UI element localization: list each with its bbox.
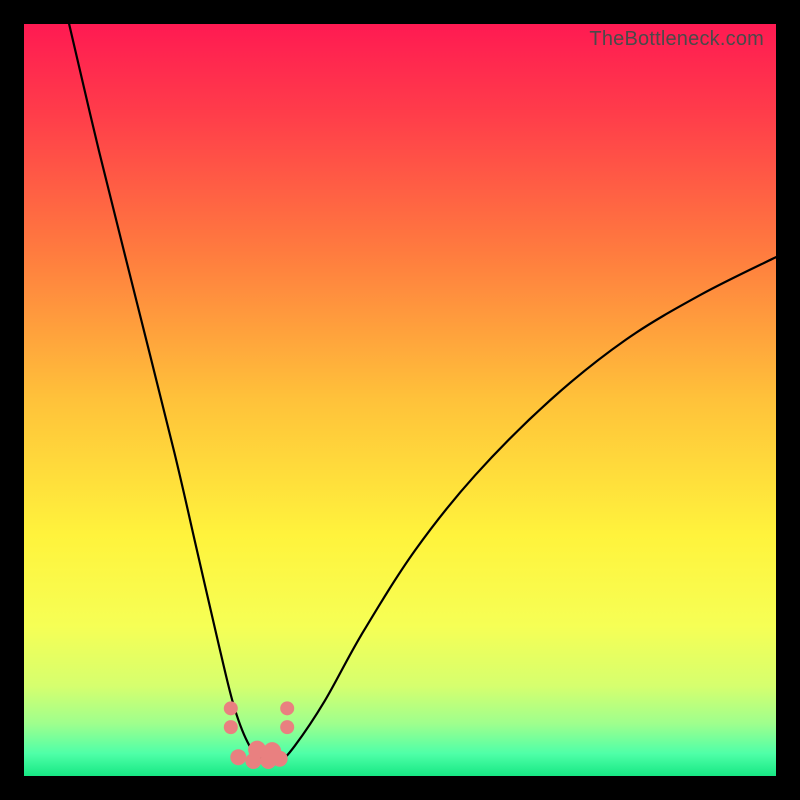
watermark-text: TheBottleneck.com [589,28,764,51]
bottleneck-curve [24,24,776,776]
chart-frame: TheBottleneck.com [24,24,776,776]
